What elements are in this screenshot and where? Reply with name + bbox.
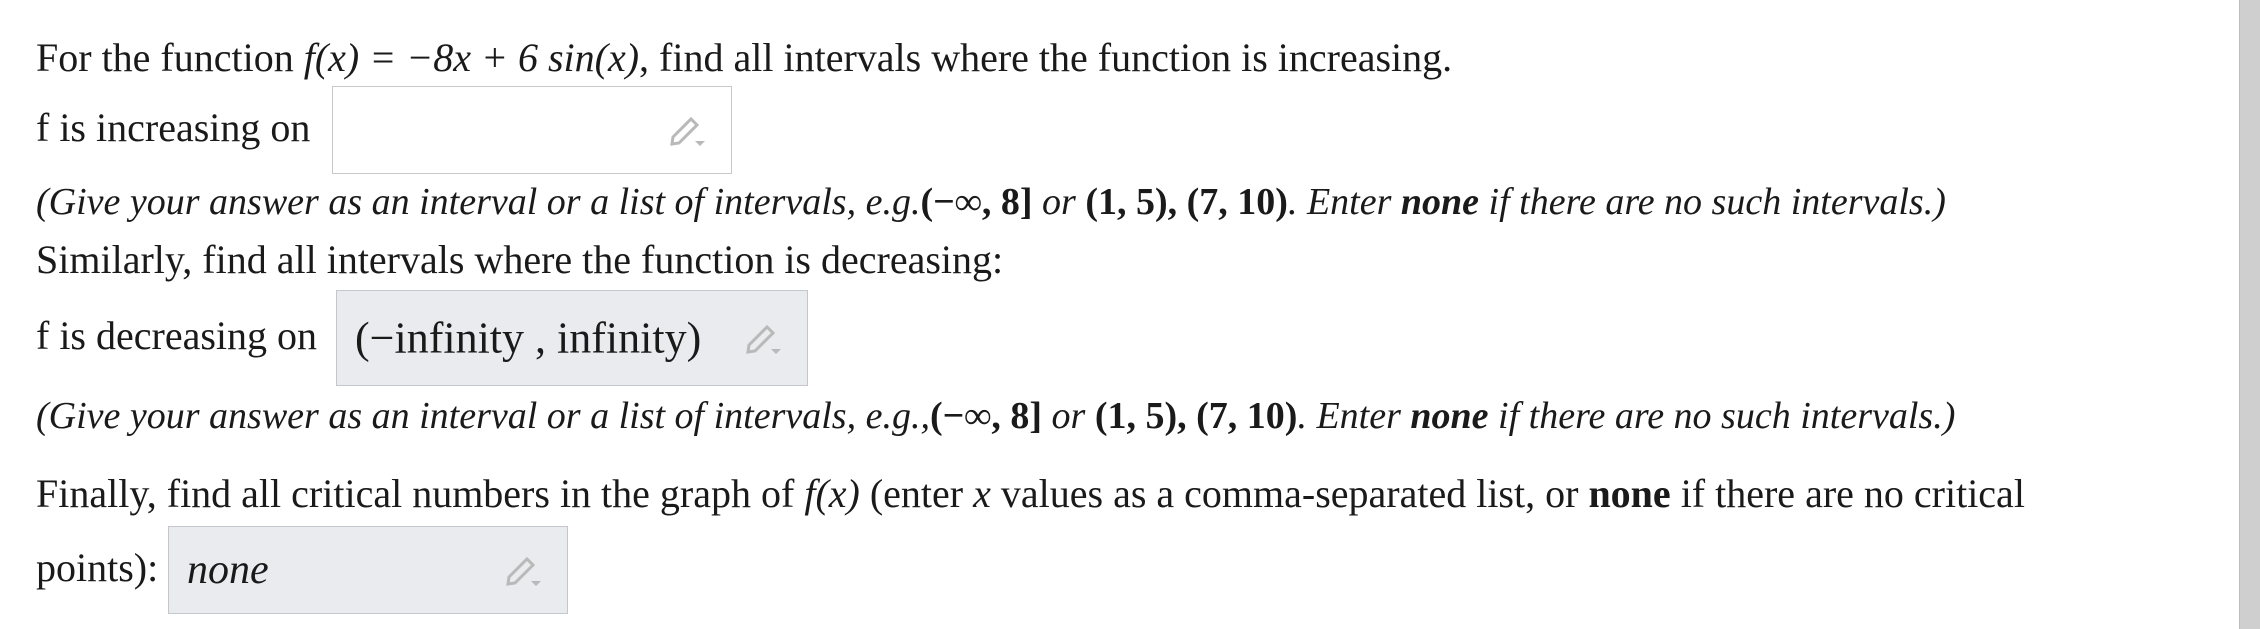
- decreasing-prompt: Similarly, find all intervals where the …: [36, 237, 1004, 282]
- pencil-icon[interactable]: [667, 111, 709, 149]
- critical-numbers-input[interactable]: none: [168, 526, 568, 614]
- increasing-hint: (Give your answer as an interval or a li…: [36, 181, 1946, 223]
- function-expression: f(x) = −8x + 6 sin(x): [303, 35, 640, 80]
- pencil-icon[interactable]: [503, 551, 545, 589]
- critical-prompt: Finally, find all critical numbers in th…: [36, 471, 2025, 516]
- question-intro: For the function f(x) = −8x + 6 sin(x), …: [36, 35, 1453, 80]
- increasing-input[interactable]: [332, 86, 732, 174]
- critical-label: points):: [36, 545, 159, 590]
- increasing-label: f is increasing on: [36, 105, 311, 150]
- decreasing-label: f is decreasing on: [36, 313, 318, 358]
- decreasing-input[interactable]: (−infinity , infinity): [336, 290, 808, 386]
- vertical-scrollbar[interactable]: [2239, 0, 2260, 629]
- decreasing-hint: (Give your answer as an interval or a li…: [36, 395, 1956, 437]
- pencil-icon[interactable]: [743, 319, 785, 357]
